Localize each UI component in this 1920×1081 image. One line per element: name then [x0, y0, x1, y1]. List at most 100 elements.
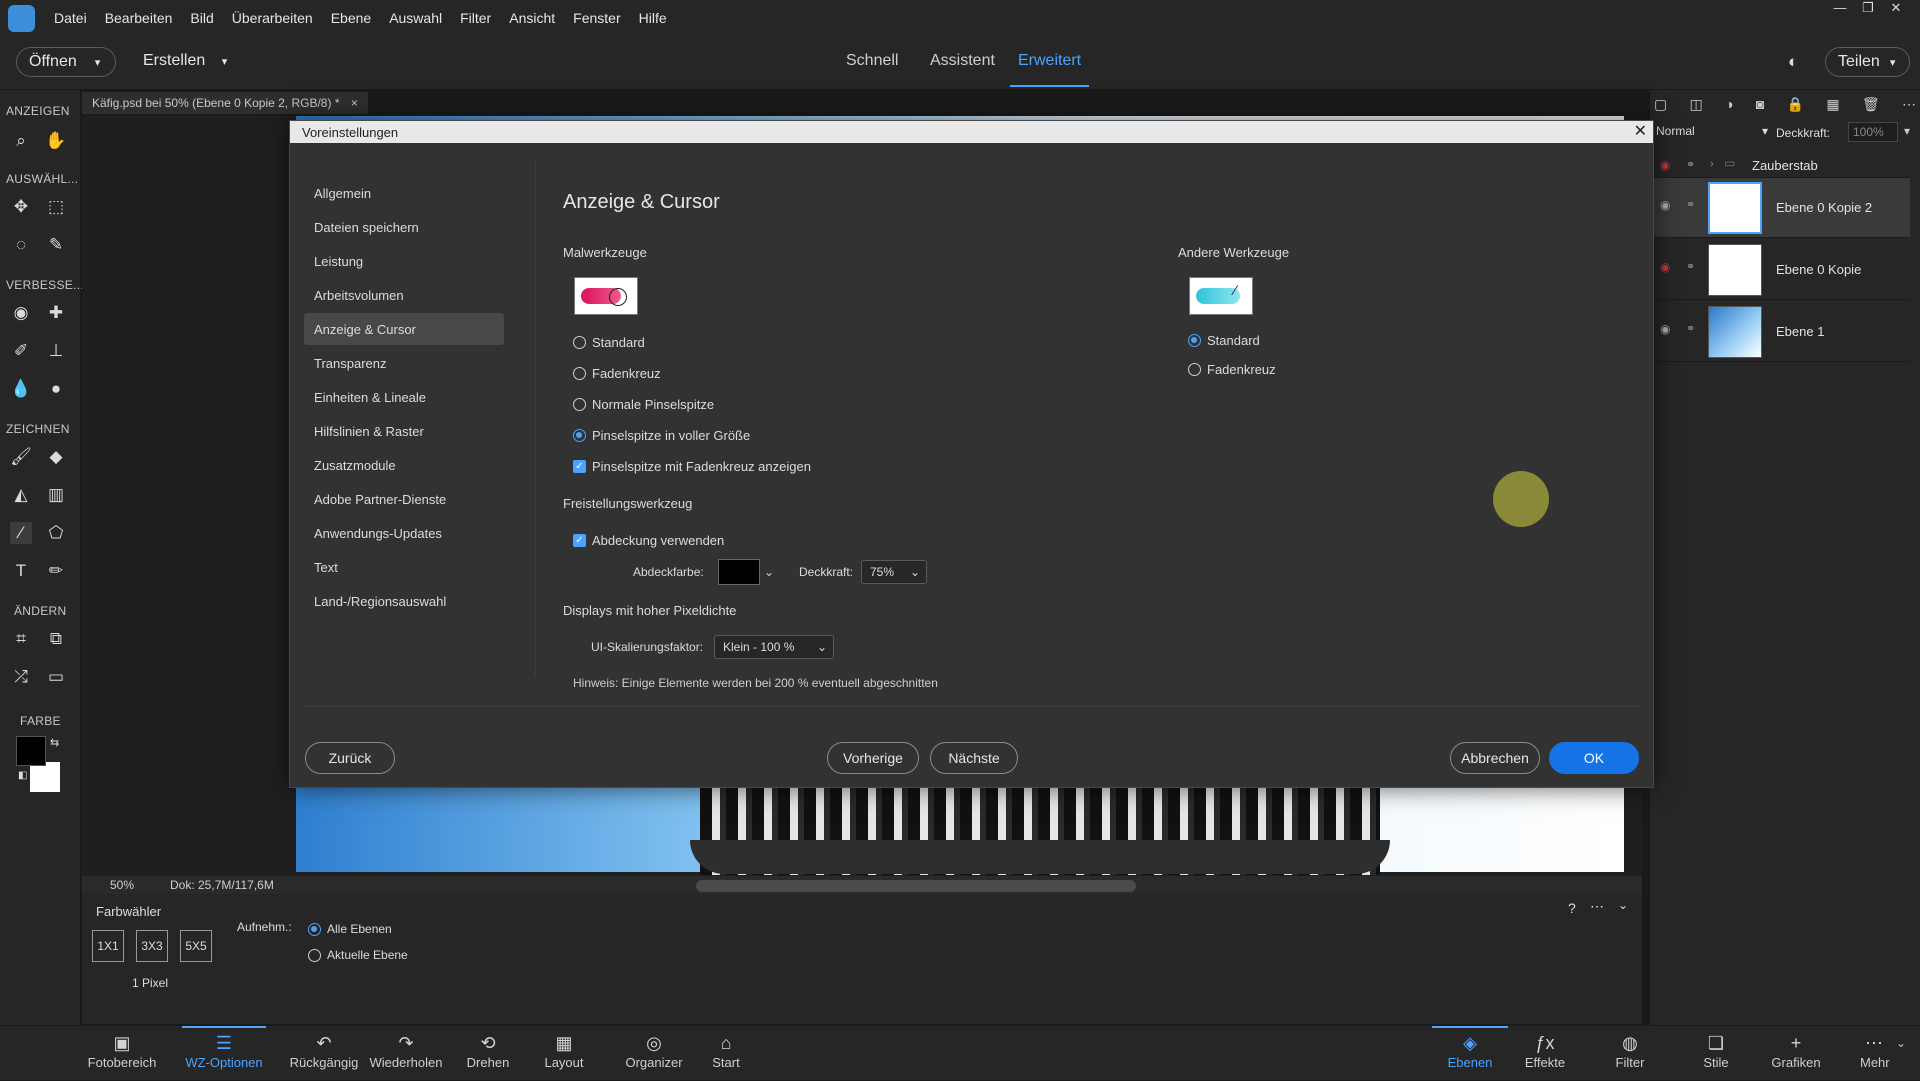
- sample-current-layer[interactable]: Aktuelle Ebene: [308, 948, 408, 962]
- brush-tool-icon[interactable]: 🖌: [10, 446, 32, 468]
- paint-bucket-icon[interactable]: ◭: [10, 484, 32, 506]
- nav-zusatzmodule[interactable]: Zusatzmodule: [304, 449, 504, 481]
- chevron-down-icon[interactable]: ▾: [1904, 124, 1910, 138]
- rotate-button[interactable]: ⟲ Drehen: [462, 1026, 514, 1081]
- marquee-tool-icon[interactable]: ⬚: [45, 196, 67, 218]
- horizontal-scrollbar[interactable]: [696, 880, 1136, 892]
- zoom-level[interactable]: 50%: [110, 878, 134, 892]
- next-button[interactable]: Nächste: [930, 742, 1018, 774]
- app-logo[interactable]: [8, 5, 35, 32]
- theme-toggle-icon[interactable]: ◐: [1788, 52, 1798, 72]
- new-group-icon[interactable]: ◫: [1690, 96, 1703, 112]
- radio-paint-full-size-tip[interactable]: [573, 429, 586, 442]
- menu-bearbeiten[interactable]: Bearbeiten: [105, 10, 173, 26]
- more-icon[interactable]: ⋯: [1902, 96, 1916, 112]
- other-option-fadenkreuz[interactable]: Fadenkreuz: [1188, 362, 1276, 377]
- graphics-button[interactable]: + Grafiken: [1768, 1026, 1824, 1081]
- radio-other-fadenkreuz[interactable]: [1188, 363, 1201, 376]
- ok-button[interactable]: OK: [1549, 742, 1639, 774]
- menu-fenster[interactable]: Fenster: [573, 10, 620, 26]
- pencil-tool-icon[interactable]: ✏: [45, 560, 67, 582]
- layer-row-zauberstab[interactable]: ◉ ⚭ › ▭ Zauberstab: [1652, 152, 1910, 178]
- lock-transparency-icon[interactable]: ▦: [1826, 96, 1839, 112]
- chevron-right-icon[interactable]: ›: [1710, 158, 1714, 170]
- sample-all-layers[interactable]: Alle Ebenen: [308, 922, 392, 936]
- radio-paint-fadenkreuz[interactable]: [573, 367, 586, 380]
- blend-mode-select[interactable]: Normal ▾: [1656, 124, 1772, 144]
- radio-paint-normal-tip[interactable]: [573, 398, 586, 411]
- sample-size-3x3[interactable]: 3X3: [136, 930, 168, 962]
- gradient-tool-icon[interactable]: ▥: [45, 484, 67, 506]
- open-button[interactable]: Öffnen ▾: [16, 47, 116, 77]
- menu-hilfe[interactable]: Hilfe: [639, 10, 667, 26]
- chevron-down-icon[interactable]: ⌄: [1618, 898, 1628, 912]
- layer-row-ebene-0-kopie[interactable]: ◉ ⚭ Ebene 0 Kopie: [1652, 240, 1910, 300]
- straighten-tool-icon[interactable]: ▭: [45, 666, 67, 688]
- chevron-down-icon[interactable]: ⌄: [1896, 1036, 1906, 1050]
- layout-button[interactable]: ▦ Layout: [536, 1026, 592, 1081]
- radio-other-standard[interactable]: [1188, 334, 1201, 347]
- menu-datei[interactable]: Datei: [54, 10, 87, 26]
- effects-button[interactable]: ƒx Effekte: [1520, 1026, 1570, 1081]
- nav-hilfslinien-raster[interactable]: Hilfslinien & Raster: [304, 415, 504, 447]
- other-option-standard[interactable]: Standard: [1188, 333, 1260, 348]
- nav-dateien-speichern[interactable]: Dateien speichern: [304, 211, 504, 243]
- eyedropper-tool-icon[interactable]: ⁄: [10, 522, 32, 544]
- more-options-icon[interactable]: ⋯: [1590, 898, 1604, 915]
- lock-icon[interactable]: 🔒: [1787, 96, 1804, 112]
- cancel-button[interactable]: Abbrechen: [1450, 742, 1540, 774]
- tool-options-button[interactable]: ☰ WZ-Optionen: [182, 1026, 266, 1081]
- link-icon[interactable]: ⚭: [1686, 260, 1695, 273]
- crop-tool-icon[interactable]: ⌗: [10, 628, 32, 650]
- checkbox-shield[interactable]: ✓: [573, 534, 586, 547]
- hand-tool-icon[interactable]: ✋: [45, 130, 67, 152]
- nav-arbeitsvolumen[interactable]: Arbeitsvolumen: [304, 279, 504, 311]
- type-tool-icon[interactable]: T: [10, 560, 32, 582]
- eraser-tool-icon[interactable]: ◆: [45, 446, 67, 468]
- menu-filter[interactable]: Filter: [460, 10, 491, 26]
- quick-select-tool-icon[interactable]: ✎: [45, 234, 67, 256]
- adjustment-layer-icon[interactable]: ◑: [1725, 96, 1733, 112]
- link-icon[interactable]: ⚭: [1686, 198, 1695, 211]
- document-tab[interactable]: Käfig.psd bei 50% (Ebene 0 Kopie 2, RGB/…: [82, 92, 368, 114]
- nav-text[interactable]: Text: [304, 551, 504, 583]
- opacity-input[interactable]: 100%: [1848, 122, 1898, 142]
- background-color-swatch[interactable]: [30, 762, 60, 792]
- zoom-tool-icon[interactable]: ⌕: [10, 130, 32, 152]
- layer-row-ebene-1[interactable]: ◉ ⚭ Ebene 1: [1652, 302, 1910, 362]
- close-tab-icon[interactable]: ×: [351, 96, 358, 110]
- chevron-down-icon[interactable]: ⌄: [764, 565, 774, 579]
- undo-button[interactable]: ↶ Rückgängig: [288, 1026, 360, 1081]
- layer-row-ebene-0-kopie-2[interactable]: ◉ ⚭ Ebene 0 Kopie 2: [1652, 178, 1910, 238]
- link-icon[interactable]: ⚭: [1686, 158, 1695, 171]
- default-colors-icon[interactable]: ◧: [18, 770, 27, 781]
- shape-tool-icon[interactable]: ⬠: [45, 522, 67, 544]
- visibility-icon[interactable]: ◉: [1660, 260, 1670, 274]
- sponge-tool-icon[interactable]: ●: [45, 378, 67, 400]
- clone-stamp-icon[interactable]: ⊥: [45, 340, 67, 362]
- previous-button[interactable]: Vorherige: [827, 742, 919, 774]
- start-button[interactable]: ⌂ Start: [708, 1026, 744, 1081]
- new-layer-icon[interactable]: ▢: [1654, 96, 1667, 112]
- minimize-icon[interactable]: —: [1826, 0, 1854, 20]
- nav-adobe-partner-dienste[interactable]: Adobe Partner-Dienste: [304, 483, 504, 515]
- nav-land-regionsauswahl[interactable]: Land-/Regionsauswahl: [304, 585, 504, 617]
- share-button[interactable]: Teilen ▾: [1825, 47, 1910, 77]
- radio-current-layer[interactable]: [308, 948, 321, 962]
- foreground-color-swatch[interactable]: [16, 736, 46, 766]
- create-button[interactable]: Erstellen ▾: [143, 52, 227, 70]
- radio-all-layers[interactable]: [308, 922, 321, 936]
- nav-leistung[interactable]: Leistung: [304, 245, 504, 277]
- ui-scale-select[interactable]: Klein - 100 % ⌄: [714, 635, 834, 659]
- link-icon[interactable]: ⚭: [1686, 322, 1695, 335]
- sample-size-1x1[interactable]: 1X1: [92, 930, 124, 962]
- crosshair-checkbox-row[interactable]: ✓ Pinselspitze mit Fadenkreuz anzeigen: [573, 459, 811, 474]
- visibility-icon[interactable]: ◉: [1660, 322, 1670, 336]
- lasso-tool-icon[interactable]: ◌: [10, 234, 32, 256]
- organizer-button[interactable]: ◎ Organizer: [622, 1026, 686, 1081]
- nav-anwendungs-updates[interactable]: Anwendungs-Updates: [304, 517, 504, 549]
- nav-transparenz[interactable]: Transparenz: [304, 347, 504, 379]
- back-button[interactable]: Zurück: [305, 742, 395, 774]
- move-tool-icon[interactable]: ✥: [10, 196, 32, 218]
- tab-erweitert[interactable]: Erweitert: [1009, 52, 1090, 87]
